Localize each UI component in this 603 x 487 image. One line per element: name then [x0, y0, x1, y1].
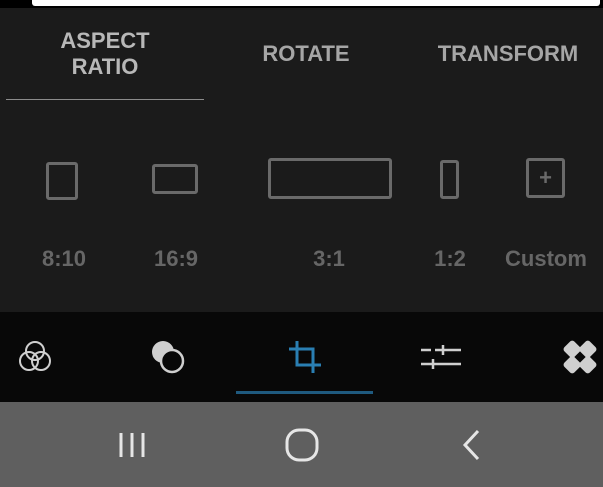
wide-frame-icon — [268, 158, 392, 199]
ratio-option-8-10[interactable]: 8:10 — [26, 100, 102, 312]
adjust-tool-button[interactable] — [406, 312, 476, 402]
ratio-label: 3:1 — [313, 246, 345, 271]
filters-tool-button[interactable] — [0, 312, 70, 402]
system-navigation-bar — [0, 402, 603, 487]
editor-toolbar — [0, 312, 603, 402]
filters-icon — [19, 341, 51, 371]
crop-icon — [289, 341, 321, 373]
tab-rotate[interactable]: ROTATE — [226, 8, 386, 100]
back-button[interactable] — [432, 402, 512, 487]
aspect-ratio-options: 8:10 16:9 3:1 1:2 + Custom — [0, 100, 603, 312]
tall-frame-icon — [440, 160, 459, 199]
custom-frame-icon: + — [526, 158, 565, 198]
active-tool-indicator — [236, 391, 373, 394]
healing-bandage-icon — [563, 340, 597, 374]
home-icon — [285, 428, 319, 461]
tab-aspect-ratio-label-line2: RATIO — [71, 54, 139, 79]
ratio-label: Custom — [505, 246, 587, 271]
recent-apps-button[interactable] — [92, 402, 172, 487]
back-icon — [462, 429, 480, 460]
ratio-option-custom[interactable]: + Custom — [500, 100, 592, 312]
tab-transform-label: TRANSFORM — [437, 41, 579, 66]
image-canvas-edge — [32, 0, 600, 6]
tab-aspect-ratio-label-line1: ASPECT — [60, 28, 150, 53]
edit-mode-tabs: ASPECT RATIO ROTATE TRANSFORM — [0, 8, 603, 102]
image-preview-area — [0, 0, 603, 8]
ratio-label: 1:2 — [434, 246, 466, 271]
adjust-sliders-icon — [421, 345, 461, 369]
ratio-option-1-2[interactable]: 1:2 — [420, 100, 480, 312]
overlay-icon — [152, 341, 185, 374]
ratio-option-3-1[interactable]: 3:1 — [262, 100, 396, 312]
ratio-label: 16:9 — [153, 246, 199, 271]
ratio-option-16-9[interactable]: 16:9 — [136, 100, 216, 312]
tab-rotate-label: ROTATE — [262, 41, 350, 66]
recent-apps-icon — [119, 432, 145, 457]
portrait-frame-icon — [46, 162, 78, 200]
crop-tool-button[interactable] — [270, 312, 340, 402]
healing-tool-button[interactable] — [545, 312, 603, 402]
overlay-tool-button[interactable] — [133, 312, 203, 402]
landscape-frame-icon — [152, 164, 198, 194]
ratio-label: 8:10 — [41, 246, 87, 271]
tab-transform[interactable]: TRANSFORM — [420, 8, 596, 100]
tab-aspect-ratio[interactable]: ASPECT RATIO — [6, 8, 204, 100]
home-button[interactable] — [262, 402, 342, 487]
plus-icon: + — [539, 165, 552, 190]
